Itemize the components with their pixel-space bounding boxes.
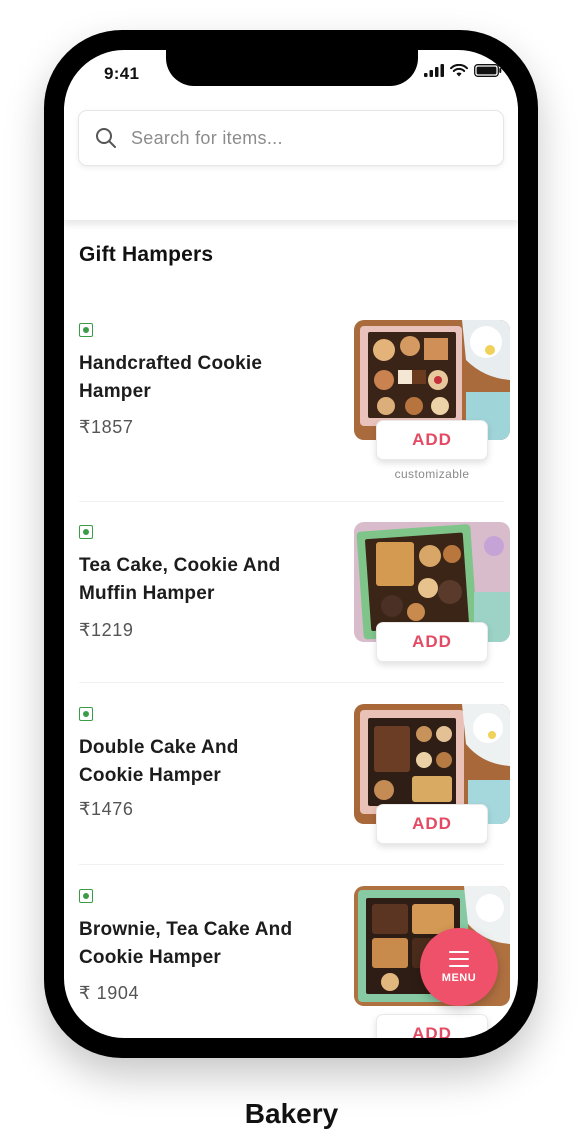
section-title: Gift Hampers [79,243,214,266]
status-icons [424,64,502,77]
item-price: ₹1219 [79,620,134,640]
veg-indicator-icon [79,707,93,721]
item-divider [79,501,504,502]
item-price: ₹1857 [79,417,134,437]
item-name: Tea Cake, Cookie And Muffin Hamper [79,555,281,604]
add-button[interactable]: ADD [376,420,488,460]
search-icon [96,128,116,148]
item-name: Brownie, Tea Cake And Cookie Hamper [79,919,293,968]
item-divider [79,682,504,683]
add-button[interactable]: ADD [376,1014,488,1038]
screen-caption: Bakery [244,1098,339,1129]
menu-button-label: MENU [441,971,477,984]
customizable-note: customizable [394,467,470,481]
add-button[interactable]: ADD [376,622,488,662]
item-price: ₹1476 [79,799,134,819]
item-name: Handcrafted Cookie Hamper [79,353,263,402]
battery-icon [474,64,502,77]
phone-frame: 9:41 Search for items... Gift Hampers Ha… [44,30,538,1058]
item-divider [79,864,504,865]
veg-indicator-icon [79,525,93,539]
signal-icon [424,64,444,77]
item-name: Double Cake And Cookie Hamper [79,737,239,786]
status-time: 9:41 [104,64,140,83]
search-box[interactable] [78,110,504,166]
hamburger-icon [449,950,469,967]
add-button[interactable]: ADD [376,804,488,844]
veg-indicator-icon [79,323,93,337]
app-screen: 9:41 Search for items... Gift Hampers Ha… [64,50,518,1038]
search-bar [64,106,518,220]
menu-button[interactable]: MENU [420,928,498,1006]
wifi-icon [450,64,468,77]
search-input[interactable] [129,126,473,150]
veg-indicator-icon [79,889,93,903]
phone-notch [166,50,418,86]
item-price: ₹ 1904 [79,983,140,1003]
